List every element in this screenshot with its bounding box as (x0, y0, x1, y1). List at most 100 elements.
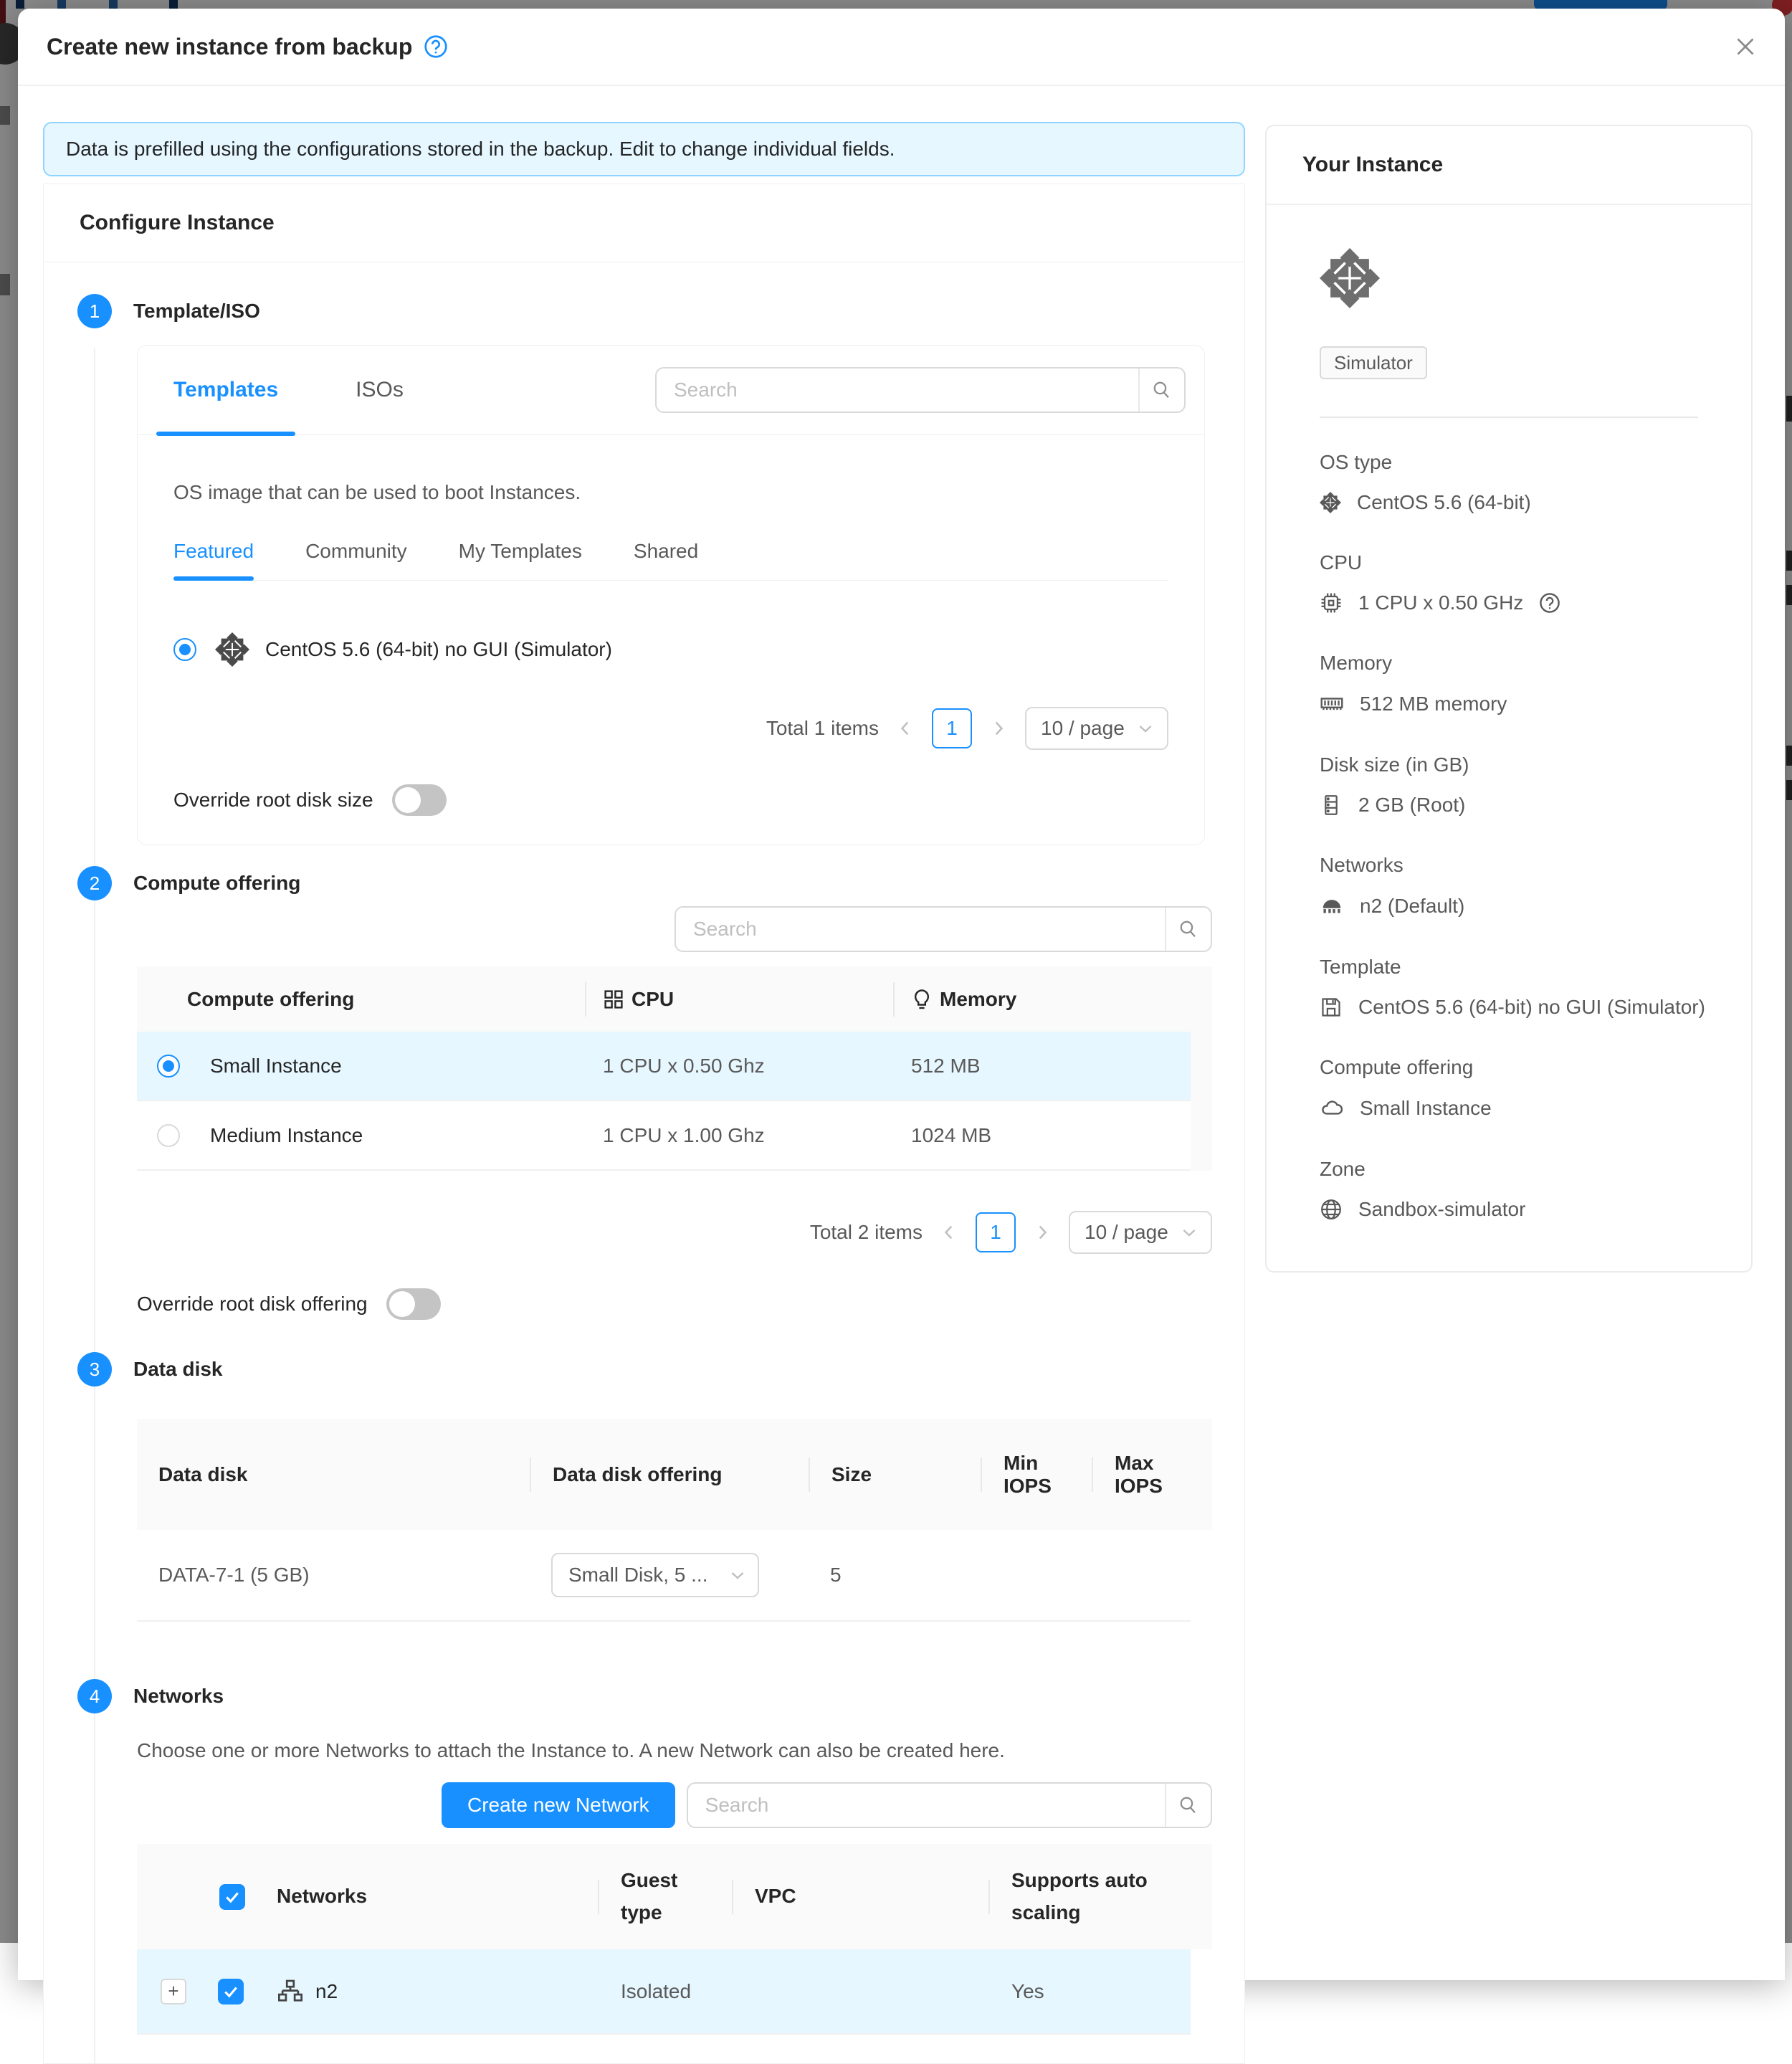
compute-search-input[interactable] (676, 908, 1165, 951)
disk-icon (1320, 794, 1343, 817)
compute-radio-selected[interactable] (157, 1055, 180, 1078)
summary-value: Sandbox-simulator (1358, 1198, 1525, 1221)
step-4-badge: 4 (77, 1679, 112, 1713)
offering-cpu: 1 CPU x 0.50 Ghz (585, 1032, 893, 1100)
compute-radio-unselected[interactable] (157, 1124, 180, 1147)
summary-value: 1 CPU x 0.50 GHz (1358, 591, 1523, 614)
expand-row-button[interactable]: + (161, 1979, 186, 2004)
chevron-down-icon (1138, 721, 1153, 736)
data-disk-offering-select[interactable]: Small Disk, 5 ... (551, 1553, 759, 1597)
template-search (655, 367, 1186, 413)
step-compute-offering: 2 Compute offering (77, 866, 1212, 900)
template-search-input[interactable] (657, 368, 1138, 412)
configure-instance-panel: Configure Instance 1 Template/ISO Templa… (43, 184, 1245, 2064)
close-icon[interactable] (1735, 36, 1756, 57)
tab-featured[interactable]: Featured (173, 540, 254, 580)
col-compute-offering: Compute offering (137, 966, 585, 1032)
override-root-disk-size-label: Override root disk size (173, 789, 373, 812)
centos-icon (1320, 492, 1341, 513)
tab-isos[interactable]: ISOs (338, 346, 421, 434)
pagination-page-1[interactable]: 1 (932, 708, 972, 748)
search-icon[interactable] (1165, 1784, 1211, 1827)
tab-my-templates[interactable]: My Templates (459, 540, 582, 580)
col-networks: Networks (137, 1844, 598, 1949)
search-icon[interactable] (1138, 368, 1184, 412)
chevron-down-icon (1182, 1225, 1196, 1240)
table-scrollbar[interactable] (1191, 1949, 1212, 2035)
col-size: Size (809, 1419, 981, 1530)
offering-name: Medium Instance (210, 1124, 363, 1147)
col-memory: Memory (893, 966, 1212, 1032)
summary-cpu: CPU 1 CPU x 0.50 GHz (1320, 551, 1717, 614)
col-guest-type: Guest type (598, 1844, 732, 1949)
template-option-label: CentOS 5.6 (64-bit) no GUI (Simulator) (265, 638, 612, 661)
step-data-disk: 3 Data disk (77, 1352, 1212, 1387)
template-radio[interactable] (173, 638, 196, 661)
col-max-iops: Max IOPS (1092, 1419, 1212, 1530)
table-scrollbar[interactable] (1191, 1032, 1212, 1171)
summary-value: n2 (Default) (1360, 895, 1464, 918)
chevron-right-icon[interactable] (991, 721, 1006, 736)
tab-shared[interactable]: Shared (634, 540, 698, 580)
chevron-right-icon[interactable] (1034, 1224, 1050, 1240)
tab-templates[interactable]: Templates (156, 346, 295, 434)
step-3-badge: 3 (77, 1352, 112, 1387)
data-disk-table: Data disk Data disk offering Size Min IO… (137, 1419, 1212, 1622)
template-card: Templates ISOs OS image that ca (137, 345, 1205, 845)
override-root-disk-size-toggle[interactable] (392, 784, 447, 816)
data-disk-min-iops (981, 1530, 1092, 1620)
centos-icon (215, 632, 249, 667)
bulb-icon (911, 989, 933, 1010)
check-icon (224, 1889, 240, 1905)
compute-pagination: Total 2 items 1 10 / page (137, 1211, 1212, 1254)
info-alert: Data is prefilled using the configuratio… (43, 122, 1245, 176)
step-4-label: Networks (133, 1685, 224, 1708)
table-scrollbar[interactable] (1191, 1530, 1212, 1622)
page-size-value: 10 / page (1085, 1221, 1168, 1244)
summary-value: 2 GB (Root) (1358, 794, 1465, 817)
question-circle-icon[interactable] (1539, 592, 1560, 614)
network-name: n2 (315, 1980, 338, 2003)
cluster-icon (278, 1979, 302, 2004)
chevron-down-icon (730, 1568, 745, 1582)
chevron-left-icon[interactable] (897, 721, 913, 736)
step-1-label: Template/ISO (133, 300, 260, 323)
page-size-select[interactable]: 10 / page (1069, 1211, 1212, 1254)
divider (1320, 417, 1698, 418)
data-disk-offering-value: Small Disk, 5 ... (568, 1564, 707, 1587)
offering-cpu: 1 CPU x 1.00 Ghz (585, 1101, 893, 1169)
question-circle-icon[interactable] (424, 34, 448, 59)
offering-memory: 512 MB (893, 1032, 1191, 1100)
cpu-icon (1320, 591, 1343, 614)
page-size-select[interactable]: 10 / page (1025, 707, 1168, 750)
chevron-left-icon[interactable] (941, 1224, 957, 1240)
pagination-page-1[interactable]: 1 (976, 1212, 1016, 1252)
network-checkbox[interactable] (218, 1979, 244, 2004)
your-instance-card: Your Instance Simulator OS type CentOS 5… (1265, 125, 1753, 1273)
networks-search-input[interactable] (688, 1784, 1165, 1827)
search-icon[interactable] (1165, 908, 1211, 951)
template-option-row[interactable]: CentOS 5.6 (64-bit) no GUI (Simulator) (173, 632, 1168, 667)
networks-table: Networks Guest type VPC Supports auto sc… (137, 1844, 1212, 2035)
create-new-network-button[interactable]: Create new Network (442, 1782, 675, 1828)
col-vpc: VPC (732, 1844, 988, 1949)
override-root-disk-offering-toggle[interactable] (386, 1288, 441, 1320)
memory-icon (1320, 692, 1344, 716)
select-all-checkbox[interactable] (219, 1884, 245, 1910)
tab-community[interactable]: Community (305, 540, 407, 580)
page-size-value: 10 / page (1041, 717, 1125, 740)
table-row-medium-instance[interactable]: Medium Instance 1 CPU x 1.00 Ghz 1024 MB (137, 1101, 1212, 1171)
step-2-label: Compute offering (133, 872, 300, 895)
create-instance-modal: Create new instance from backup Data is … (18, 9, 1785, 1980)
networks-search (687, 1782, 1212, 1828)
network-auto-scaling: Yes (988, 1949, 1212, 2033)
table-row-network-n2[interactable]: + (137, 1949, 1212, 2035)
summary-memory: Memory 512 MB memory (1320, 652, 1717, 716)
modal-header: Create new instance from backup (18, 9, 1785, 86)
col-data-disk: Data disk (137, 1419, 530, 1530)
table-row-small-instance[interactable]: Small Instance 1 CPU x 0.50 Ghz 512 MB (137, 1032, 1212, 1101)
summary-template: Template CentOS 5.6 (64-bit) no GUI (Sim… (1320, 956, 1717, 1019)
summary-value: Small Instance (1360, 1097, 1492, 1120)
step-3-label: Data disk (133, 1358, 223, 1381)
panel-title: Configure Instance (44, 184, 1244, 262)
